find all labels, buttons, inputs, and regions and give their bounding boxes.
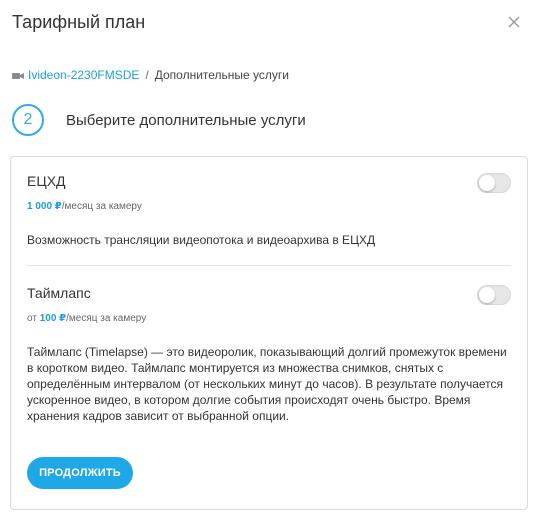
service-name: ЕЦХД xyxy=(27,173,66,189)
divider xyxy=(27,265,511,266)
camera-icon xyxy=(12,70,24,80)
breadcrumb-camera-link[interactable]: Ivideon-2230FMSDE xyxy=(28,68,139,82)
toggle-knob xyxy=(479,287,495,303)
service-toggle-timelapse[interactable] xyxy=(477,285,511,305)
close-icon[interactable] xyxy=(506,14,522,30)
service-name: Таймлапс xyxy=(27,285,91,301)
dialog-title: Тарифный план xyxy=(12,12,146,32)
breadcrumb-separator: / xyxy=(145,68,149,82)
service-price: 1 000 ₽/месяц за камеру xyxy=(27,201,142,212)
services-card: ЕЦХД 1 000 ₽/месяц за камеру Возможность… xyxy=(10,156,528,510)
service-price-value: 100 ₽ xyxy=(39,313,67,324)
service-toggle-ecxd[interactable] xyxy=(477,173,511,193)
service-description: Таймлапс (Timelapse) — это видеоролик, п… xyxy=(27,345,507,423)
breadcrumb: Ivideon-2230FMSDE / Дополнительные услуг… xyxy=(12,68,289,82)
toggle-knob xyxy=(479,175,495,191)
service-item-timelapse: Таймлапс от 100 ₽/месяц за камеру Таймла… xyxy=(27,285,511,424)
step-header: 2 Выберите дополнительные услуги xyxy=(12,104,306,136)
service-description: Возможность трансляции видеопотока и вид… xyxy=(27,233,376,247)
service-price: от 100 ₽/месяц за камеру xyxy=(27,313,147,324)
breadcrumb-current: Дополнительные услуги xyxy=(154,68,290,82)
step-number-badge: 2 xyxy=(12,104,44,136)
continue-button[interactable]: ПРОДОЛЖИТЬ xyxy=(27,457,133,489)
service-price-value: 1 000 ₽ xyxy=(27,201,62,212)
step-title: Выберите дополнительные услуги xyxy=(66,111,306,129)
service-item-ecxd: ЕЦХД 1 000 ₽/месяц за камеру Возможность… xyxy=(27,173,511,248)
